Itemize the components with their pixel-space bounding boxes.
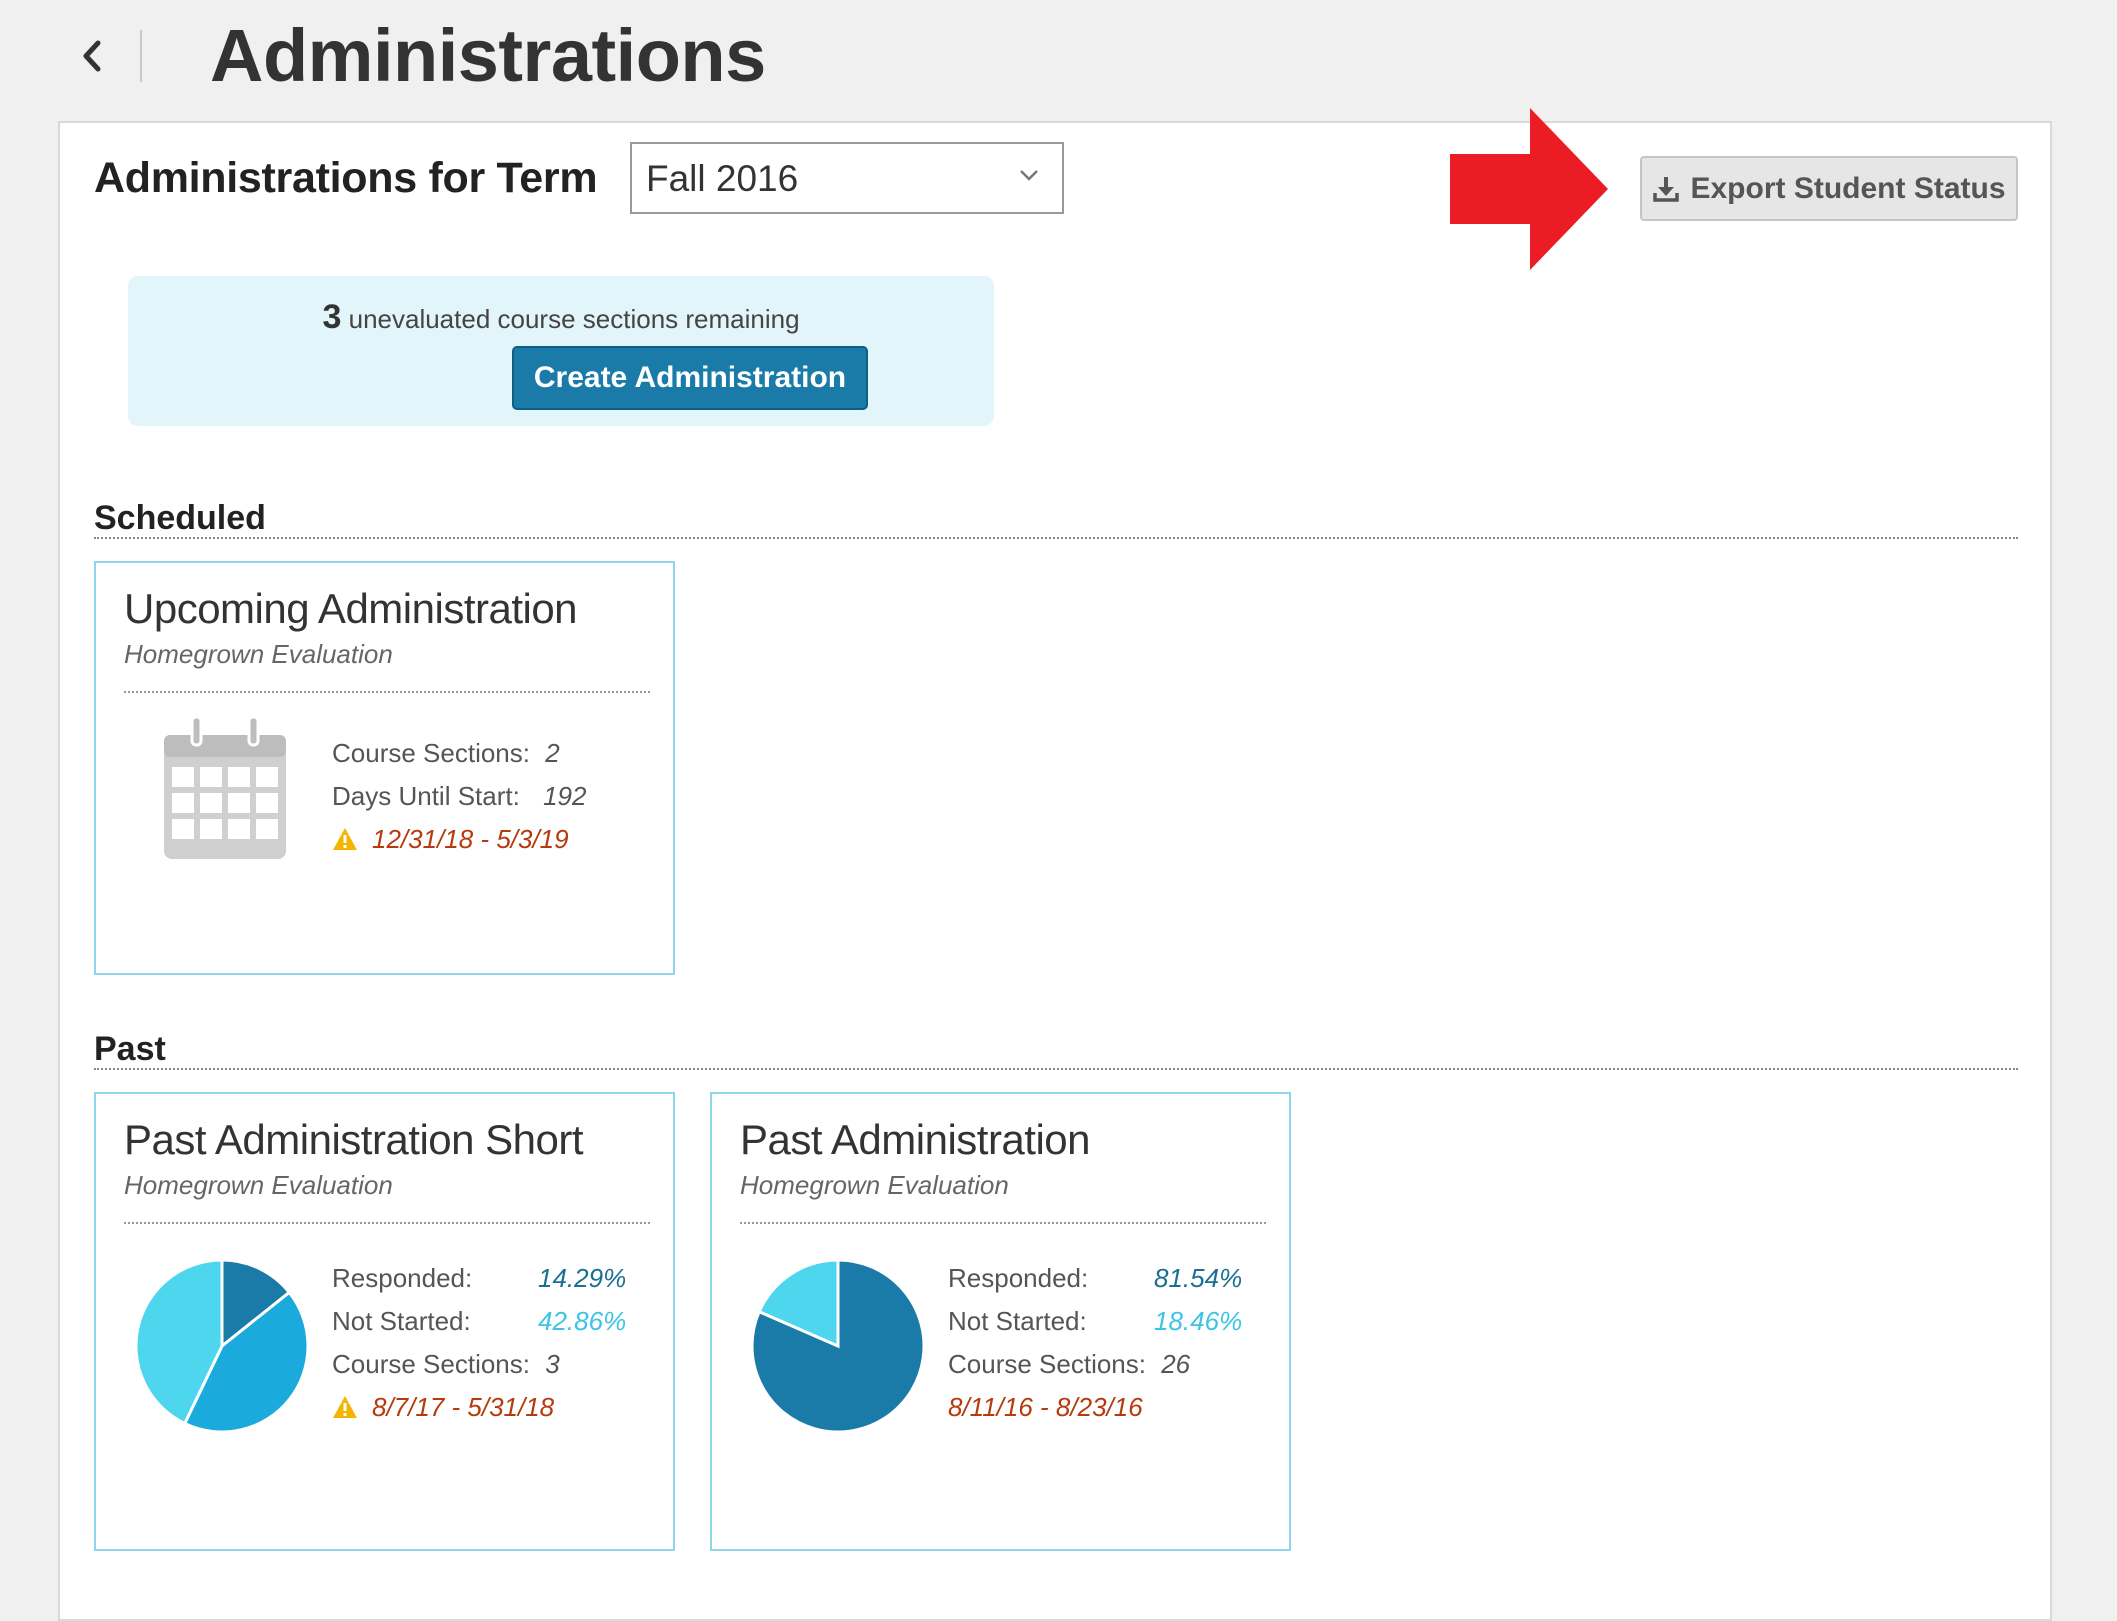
- download-icon: [1653, 176, 1680, 202]
- course-sections-stat: Course Sections: 2: [332, 737, 560, 769]
- not-started-stat: Not Started:: [332, 1305, 471, 1337]
- responded-stat: Responded:: [332, 1262, 472, 1294]
- stat-label: Course Sections:: [332, 1349, 530, 1379]
- not-started-value: 42.86%: [538, 1306, 627, 1336]
- unevaluated-message: 3 unevaluated course sections remaining: [128, 298, 994, 337]
- stat-value: 26: [1161, 1349, 1191, 1379]
- stat-value: 3: [545, 1349, 560, 1379]
- header-divider: [140, 30, 142, 82]
- administration-card-past[interactable]: Past Administration Homegrown Evaluation…: [710, 1092, 1291, 1551]
- card-divider: [124, 1222, 650, 1224]
- card-title: Upcoming Administration: [124, 585, 578, 632]
- term-select-value: Fall 2016: [646, 158, 799, 199]
- card-subtitle: Homegrown Evaluation: [740, 1170, 1009, 1200]
- card-divider: [740, 1222, 1266, 1224]
- section-divider: [94, 537, 2018, 539]
- chevron-down-icon: [1020, 170, 1038, 181]
- course-sections-stat: Course Sections: 3: [332, 1348, 560, 1380]
- card-divider: [124, 691, 650, 693]
- administration-card-upcoming[interactable]: Upcoming Administration Homegrown Evalua…: [94, 561, 675, 975]
- section-divider: [94, 1068, 2018, 1070]
- stat-value: 192: [543, 781, 587, 811]
- date-range-warning: 8/7/17 - 5/31/18: [332, 1391, 554, 1423]
- course-sections-stat: Course Sections: 26: [948, 1348, 1190, 1380]
- red-arrow-annotation: [1450, 108, 1608, 270]
- card-subtitle: Homegrown Evaluation: [124, 639, 393, 669]
- warning-icon: [333, 828, 357, 850]
- calendar-icon: [164, 715, 286, 859]
- stat-label: Course Sections:: [332, 738, 530, 768]
- term-select[interactable]: Fall 2016: [630, 142, 1064, 214]
- create-administration-button[interactable]: Create Administration: [512, 346, 868, 410]
- export-student-status-button[interactable]: Export Student Status: [1640, 156, 2018, 221]
- chevron-left-icon: [83, 40, 101, 72]
- unevaluated-info-box: 3 unevaluated course sections remaining …: [128, 276, 994, 426]
- stat-label: Responded:: [332, 1263, 473, 1293]
- warning-icon: [333, 1396, 357, 1418]
- back-button[interactable]: [72, 30, 112, 82]
- section-title-scheduled: Scheduled: [94, 499, 266, 537]
- page-title: Administrations: [210, 14, 766, 97]
- responded-stat: Responded:: [948, 1262, 1088, 1294]
- date-range: 8/7/17 - 5/31/18: [372, 1392, 555, 1422]
- unevaluated-count: 3: [322, 298, 342, 336]
- not-started-stat: Not Started:: [948, 1305, 1087, 1337]
- responded-value: 14.29%: [538, 1263, 627, 1293]
- administration-card-past-short[interactable]: Past Administration Short Homegrown Eval…: [94, 1092, 675, 1551]
- stat-label: Not Started:: [948, 1306, 1087, 1336]
- responded-value: 81.54%: [1154, 1263, 1243, 1293]
- card-title: Past Administration Short: [124, 1116, 584, 1163]
- date-range: 8/11/16 - 8/23/16: [948, 1392, 1143, 1422]
- stat-value: 2: [545, 738, 560, 768]
- stat-label: Days Until Start:: [332, 781, 520, 811]
- unevaluated-text: unevaluated course sections remaining: [348, 304, 800, 334]
- date-range-row: 8/11/16 - 8/23/16: [948, 1391, 1143, 1423]
- section-title-past: Past: [94, 1030, 166, 1068]
- days-until-start-stat: Days Until Start: 192: [332, 780, 586, 812]
- date-range-warning: 12/31/18 - 5/3/19: [332, 823, 569, 855]
- export-button-label: Export Student Status: [1690, 171, 2006, 205]
- not-started-value: 18.46%: [1154, 1306, 1243, 1336]
- response-pie-chart: [750, 1258, 926, 1434]
- stat-label: Responded:: [948, 1263, 1089, 1293]
- card-title: Past Administration: [740, 1116, 1091, 1163]
- stat-label: Not Started:: [332, 1306, 471, 1336]
- date-range: 12/31/18 - 5/3/19: [372, 824, 569, 854]
- stat-label: Course Sections:: [948, 1349, 1146, 1379]
- card-subtitle: Homegrown Evaluation: [124, 1170, 393, 1200]
- term-label: Administrations for Term: [94, 154, 598, 202]
- response-pie-chart: [134, 1258, 310, 1434]
